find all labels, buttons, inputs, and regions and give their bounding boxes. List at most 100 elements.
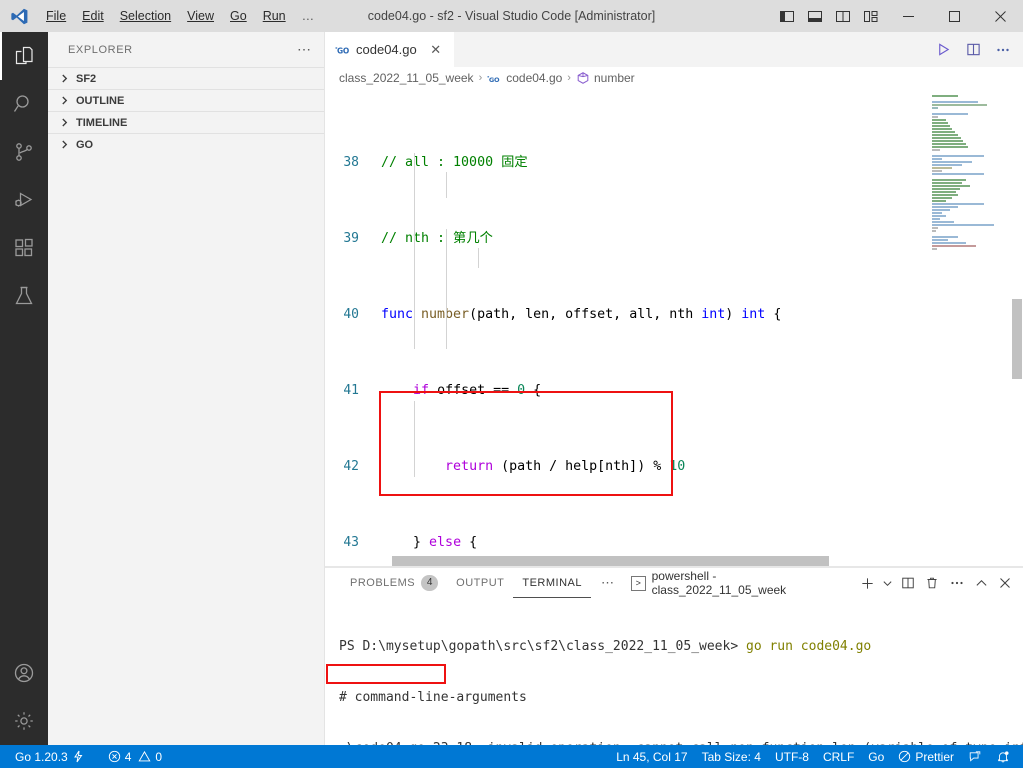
menu-edit[interactable]: Edit xyxy=(74,3,112,29)
maximize-button[interactable] xyxy=(931,0,977,32)
editor-hscroll-thumb[interactable] xyxy=(392,556,829,566)
indent-guide xyxy=(414,401,415,477)
svg-text:GO: GO xyxy=(337,46,349,55)
activity-item-run-and-debug[interactable] xyxy=(0,176,48,224)
terminal-selector[interactable]: > powershell - class_2022_11_05_week xyxy=(625,569,854,597)
status-editor-position[interactable]: Ln 45, Col 17 xyxy=(609,745,694,768)
close-button[interactable] xyxy=(977,0,1023,32)
code-editor[interactable]: 38 // all : 10000 固定 39 // nth : 第几个 40 fun… xyxy=(325,89,1023,567)
minimize-button[interactable] xyxy=(885,0,931,32)
menu-run[interactable]: Run xyxy=(255,3,294,29)
activity-item-manage[interactable] xyxy=(0,697,48,745)
title-bar: File Edit Selection View Go Run … code04… xyxy=(0,0,1023,32)
terminal-result-highlight-box xyxy=(326,664,446,684)
tab-code04-go[interactable]: GO code04.go ✕ xyxy=(325,32,455,67)
panel-tab-problems[interactable]: PROBLEMS 4 xyxy=(341,568,447,598)
code-line: 38 // all : 10000 固定 xyxy=(325,153,1023,172)
status-language-mode[interactable]: Go xyxy=(861,745,891,768)
terminal-views-button[interactable] xyxy=(945,571,968,595)
terminal-dropdown-button[interactable] xyxy=(880,571,896,595)
menu-more[interactable]: … xyxy=(294,3,324,29)
customize-layout-icon[interactable] xyxy=(857,0,885,32)
code-line: 42 return (path / help[nth]) % 10 xyxy=(325,457,1023,476)
status-prettier[interactable]: Prettier xyxy=(891,745,961,768)
status-notifications[interactable] xyxy=(989,745,1023,768)
split-editor-button[interactable] xyxy=(959,32,987,67)
token: { xyxy=(765,307,782,322)
run-go-file-button[interactable] xyxy=(929,32,957,67)
sidebar-section-outline[interactable]: OUTLINE xyxy=(48,89,324,111)
line-number: 43 xyxy=(343,535,359,550)
sidebar-header: EXPLORER ⋯ xyxy=(48,32,324,67)
indent-guide xyxy=(478,248,479,268)
token: (path / help[nth]) % xyxy=(493,459,670,474)
menu-run-label: Run xyxy=(262,9,286,23)
editor-tab-actions xyxy=(929,32,1023,67)
chevron-right-icon xyxy=(56,115,72,131)
breadcrumb-item-symbol[interactable]: number xyxy=(576,71,635,85)
menu-edit-label: Edit xyxy=(82,9,104,23)
editor-group: GO code04.go ✕ class_2022_11_05_week › G… xyxy=(325,32,1023,745)
status-go-version[interactable]: Go 1.20.3 xyxy=(0,745,91,768)
token: return xyxy=(445,459,494,474)
editor-vertical-scrollbar[interactable] xyxy=(1009,89,1023,567)
gear-icon xyxy=(12,709,36,733)
menu-view[interactable]: View xyxy=(179,3,222,29)
activity-item-testing[interactable] xyxy=(0,272,48,320)
activity-item-explorer[interactable] xyxy=(0,32,48,80)
token: // nth : 第几个 xyxy=(381,231,493,246)
sidebar-section-sf2[interactable]: SF2 xyxy=(48,67,324,89)
token: int xyxy=(741,307,766,322)
go-lightning-icon xyxy=(72,750,84,763)
status-feedback[interactable] xyxy=(961,745,989,768)
new-terminal-button[interactable] xyxy=(855,571,878,595)
terminal-output[interactable]: PS D:\mysetup\gopath\src\sf2\class_2022_… xyxy=(325,598,1023,745)
terminal-line: .\code04.go:23:18: invalid operation: ca… xyxy=(339,740,1023,745)
editor-more-actions-button[interactable] xyxy=(989,32,1017,67)
breadcrumb-item-file[interactable]: GO code04.go xyxy=(487,71,562,86)
terminal-line: # command-line-arguments xyxy=(339,689,1023,706)
go-file-icon: GO xyxy=(335,42,351,58)
activity-item-accounts[interactable] xyxy=(0,649,48,697)
breadcrumb-separator: › xyxy=(567,72,571,84)
code-lines: 38 // all : 10000 固定 39 // nth : 第几个 40 fun… xyxy=(325,89,1023,567)
toggle-secondary-sidebar-icon[interactable] xyxy=(829,0,857,32)
menu-selection[interactable]: Selection xyxy=(112,3,179,29)
activity-item-search[interactable] xyxy=(0,80,48,128)
token: else xyxy=(429,535,462,550)
line-number: 38 xyxy=(343,155,359,170)
status-eol[interactable]: CRLF xyxy=(816,745,861,768)
split-terminal-button[interactable] xyxy=(896,571,919,595)
sidebar-section-go[interactable]: GO xyxy=(48,133,324,155)
activity-item-extensions[interactable] xyxy=(0,224,48,272)
menu-file[interactable]: File xyxy=(38,3,74,29)
status-encoding[interactable]: UTF-8 xyxy=(768,745,816,768)
sidebar-section-timeline[interactable]: TIMELINE xyxy=(48,111,324,133)
account-icon xyxy=(12,661,36,685)
maximize-panel-button[interactable] xyxy=(969,571,992,595)
tab-close-icon[interactable]: ✕ xyxy=(428,42,444,58)
panel-more-tabs-icon[interactable]: ⋯ xyxy=(591,575,625,591)
status-editor-position-label: Ln 45, Col 17 xyxy=(616,749,688,764)
toggle-primary-sidebar-icon[interactable] xyxy=(773,0,801,32)
panel-tab-output[interactable]: OUTPUT xyxy=(447,568,513,598)
close-panel-button[interactable] xyxy=(994,571,1017,595)
token: } xyxy=(381,535,430,550)
token: int xyxy=(701,307,726,322)
toggle-panel-icon[interactable] xyxy=(801,0,829,32)
activity-item-source-control[interactable] xyxy=(0,128,48,176)
panel-tab-terminal[interactable]: TERMINAL xyxy=(513,568,591,598)
status-problems[interactable]: 4 0 xyxy=(101,745,169,768)
editor-minimap[interactable] xyxy=(928,89,1007,567)
sidebar-explorer: EXPLORER ⋯ SF2 OUTLINE TIMELINE GO xyxy=(48,32,325,745)
line-content: } else { xyxy=(381,533,1023,552)
sidebar-more-actions-icon[interactable]: ⋯ xyxy=(297,41,312,58)
kill-terminal-button[interactable] xyxy=(921,571,944,595)
status-indentation[interactable]: Tab Size: 4 xyxy=(695,745,768,768)
prettier-block-icon xyxy=(898,750,911,763)
menu-go[interactable]: Go xyxy=(222,3,255,29)
editor-scroll-thumb[interactable] xyxy=(1012,299,1022,379)
breadcrumb-item-folder[interactable]: class_2022_11_05_week xyxy=(339,71,474,85)
title-bar-actions xyxy=(773,0,1023,32)
status-language-mode-label: Go xyxy=(868,749,885,764)
